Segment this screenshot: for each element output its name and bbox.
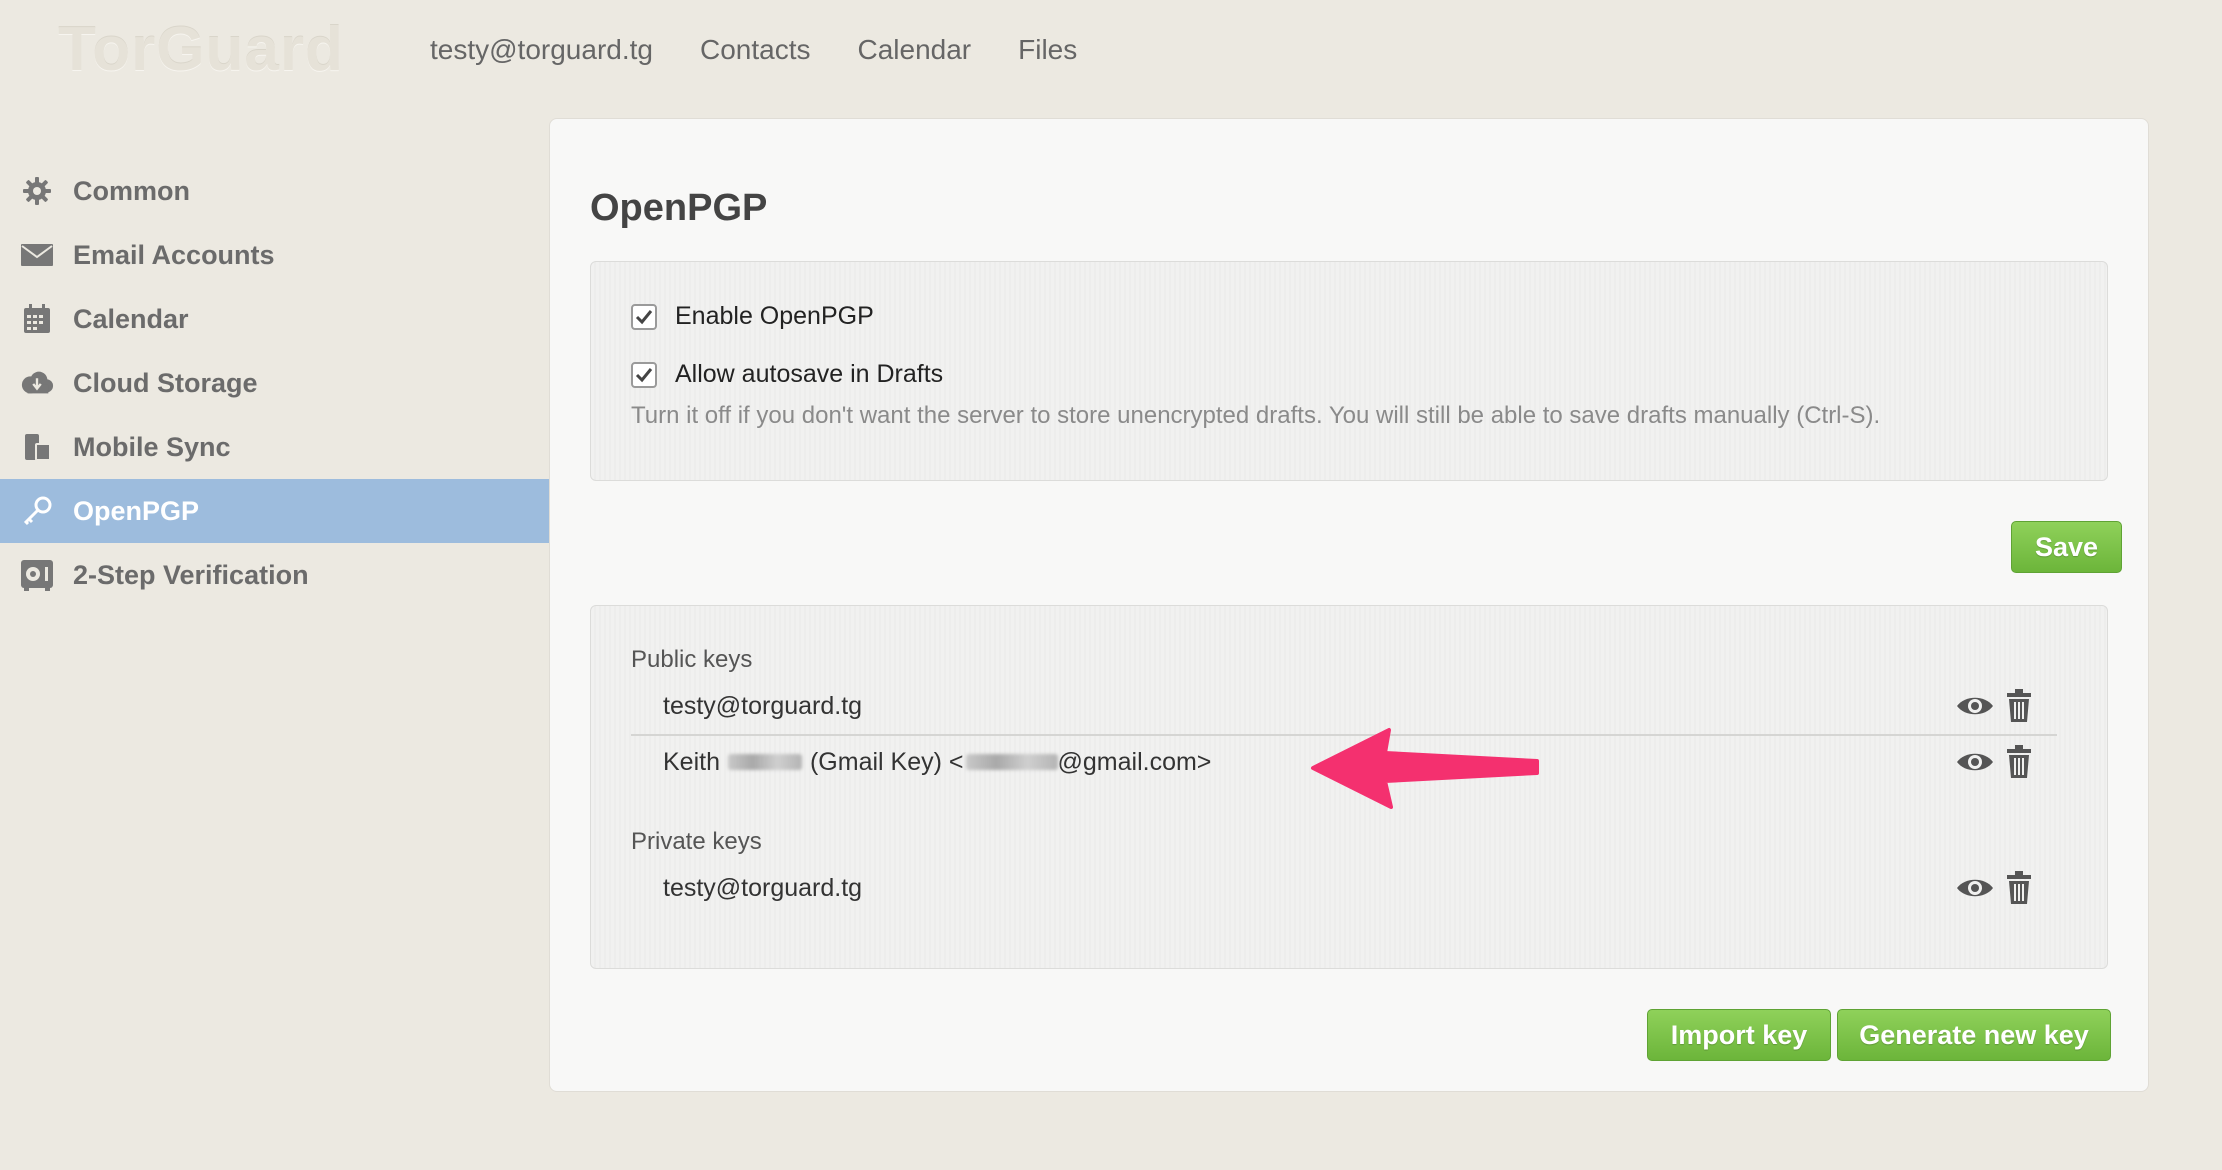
delete-key-trash-icon[interactable] bbox=[2005, 871, 2033, 905]
top-nav-calendar[interactable]: Calendar bbox=[857, 34, 971, 66]
allow-autosave-label: Allow autosave in Drafts bbox=[675, 360, 944, 388]
private-keys-heading: Private keys bbox=[631, 828, 762, 855]
view-key-eye-icon[interactable] bbox=[1955, 693, 1995, 719]
public-keys-heading: Public keys bbox=[631, 646, 753, 673]
gear-icon bbox=[20, 174, 54, 208]
import-key-button[interactable]: Import key bbox=[1647, 1009, 1831, 1061]
sidebar-item-common[interactable]: Common bbox=[0, 159, 549, 223]
sidebar-item-openpgp[interactable]: OpenPGP bbox=[0, 479, 549, 543]
sidebar-item-label: Mobile Sync bbox=[73, 431, 231, 462]
sidebar-item-label: Common bbox=[73, 175, 190, 206]
allow-autosave-checkbox[interactable]: Allow autosave in Drafts bbox=[631, 360, 943, 389]
sidebar-item-label: Email Accounts bbox=[73, 239, 275, 270]
enable-openpgp-label: Enable OpenPGP bbox=[675, 302, 874, 330]
openpgp-options-box: Enable OpenPGP Allow autosave in Drafts … bbox=[590, 261, 2108, 481]
view-key-eye-icon[interactable] bbox=[1955, 749, 1995, 775]
checkmark-icon bbox=[635, 309, 653, 324]
key-identity: testy@torguard.tg bbox=[663, 873, 863, 902]
redacted-email bbox=[965, 754, 1058, 770]
checkbox[interactable] bbox=[631, 303, 657, 330]
enable-openpgp-checkbox[interactable]: Enable OpenPGP bbox=[631, 302, 874, 331]
delete-key-trash-icon[interactable] bbox=[2005, 745, 2033, 779]
settings-sidebar: Common Email Accounts Calendar Cloud Sto… bbox=[0, 159, 549, 607]
page-title: OpenPGP bbox=[590, 187, 768, 229]
cloud-download-icon bbox=[20, 366, 54, 400]
key-owner-name: Keith bbox=[663, 747, 720, 776]
sidebar-item-2-step-verification[interactable]: 2-Step Verification bbox=[0, 543, 549, 607]
annotation-arrow-icon bbox=[1311, 728, 1539, 809]
checkbox[interactable] bbox=[631, 361, 657, 388]
sidebar-item-mobile-sync[interactable]: Mobile Sync bbox=[0, 415, 549, 479]
redacted-surname bbox=[727, 754, 802, 770]
top-nav-account[interactable]: testy@torguard.tg bbox=[430, 34, 653, 66]
key-email-domain: @gmail.com> bbox=[1057, 747, 1212, 776]
sidebar-item-label: Cloud Storage bbox=[73, 367, 258, 398]
key-row: testy@torguard.tg bbox=[631, 860, 2057, 916]
save-button[interactable]: Save bbox=[2011, 521, 2122, 573]
envelope-icon bbox=[20, 238, 54, 272]
safe-icon bbox=[20, 558, 54, 592]
top-nav: testy@torguard.tg Contacts Calendar File… bbox=[430, 34, 1077, 66]
sidebar-item-label: OpenPGP bbox=[73, 495, 200, 526]
torguard-logo: TorGuard bbox=[58, 15, 344, 84]
sidebar-item-cloud-storage[interactable]: Cloud Storage bbox=[0, 351, 549, 415]
openpgp-settings-panel: OpenPGP Enable OpenPGP Allow autosave in… bbox=[549, 118, 2149, 1092]
sidebar-item-email-accounts[interactable]: Email Accounts bbox=[0, 223, 549, 287]
checkmark-icon bbox=[635, 367, 653, 382]
top-nav-files[interactable]: Files bbox=[1018, 34, 1077, 66]
sidebar-item-label: 2-Step Verification bbox=[73, 559, 309, 590]
delete-key-trash-icon[interactable] bbox=[2005, 689, 2033, 723]
generate-new-key-button[interactable]: Generate new key bbox=[1837, 1009, 2111, 1061]
mobile-sync-icon bbox=[20, 430, 54, 464]
key-identity: testy@torguard.tg bbox=[663, 691, 863, 720]
key-icon bbox=[20, 494, 54, 528]
sidebar-item-calendar[interactable]: Calendar bbox=[0, 287, 549, 351]
sidebar-item-label: Calendar bbox=[73, 303, 189, 334]
key-comment: (Gmail Key) < bbox=[809, 747, 964, 776]
view-key-eye-icon[interactable] bbox=[1955, 875, 1995, 901]
top-nav-contacts[interactable]: Contacts bbox=[700, 34, 811, 66]
autosave-hint: Turn it off if you don't want the server… bbox=[631, 402, 1881, 429]
calendar-icon bbox=[20, 302, 54, 336]
